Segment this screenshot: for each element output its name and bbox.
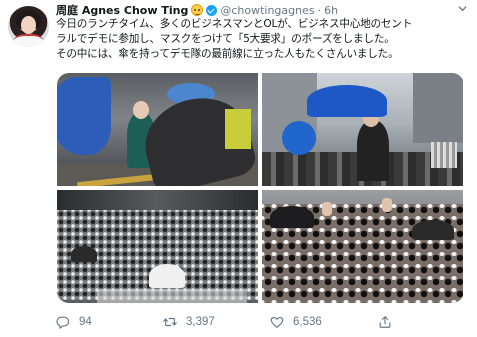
author-handle[interactable]: @chowtingagnes	[220, 4, 314, 17]
author-name[interactable]: 周庭 Agnes Chow Ting	[56, 2, 188, 18]
tweet-header: 周庭 Agnes Chow Ting @chowtingagnes · 6h	[56, 2, 338, 18]
reply-bubble-icon	[56, 316, 70, 329]
share-icon	[379, 316, 391, 328]
retweet-count: 3,397	[186, 316, 215, 328]
grinning-face-emoji-icon	[191, 4, 204, 16]
tweet-text-line: その中には、傘を持ってデモ隊の最前線に立った人もたくさんいました。	[56, 48, 399, 60]
photo-blue-umbrella[interactable]	[262, 73, 463, 186]
photo-masked-crowd[interactable]	[262, 190, 463, 303]
tweet-text: 今日のランチタイム、多くのビジネスマンとOLが、ビジネス中心地のセント ラルでデ…	[56, 17, 468, 62]
photo-umbrella-protester[interactable]	[57, 73, 258, 186]
avatar-face	[21, 16, 36, 34]
tweet-text-line: ラルでデモに参加し、マスクをつけて「5大要求」のポーズをしました。	[56, 33, 395, 45]
photo-grid	[57, 73, 464, 303]
heart-icon	[270, 316, 284, 328]
photo-street-crowd[interactable]	[57, 190, 258, 303]
tweet-timestamp[interactable]: 6h	[324, 4, 338, 17]
retweet-icon	[163, 317, 177, 327]
tweet-card: 周庭 Agnes Chow Ting @chowtingagnes · 6h 今…	[0, 0, 477, 337]
reply-count: 94	[79, 316, 92, 328]
action-bar: 94 3,397 6,536	[56, 314, 466, 330]
verified-badge-icon	[206, 4, 218, 16]
like-button[interactable]: 6,536	[270, 314, 322, 330]
reply-button[interactable]: 94	[56, 314, 92, 330]
avatar-shirt	[13, 34, 44, 47]
retweet-button[interactable]: 3,397	[163, 314, 215, 330]
like-count: 6,536	[293, 316, 322, 328]
chevron-down-icon[interactable]	[458, 4, 467, 13]
tweet-text-line: 今日のランチタイム、多くのビジネスマンとOLが、ビジネス中心地のセント	[56, 18, 413, 30]
avatar[interactable]	[8, 6, 49, 47]
share-button[interactable]	[378, 314, 392, 330]
separator-dot: ·	[317, 3, 322, 17]
